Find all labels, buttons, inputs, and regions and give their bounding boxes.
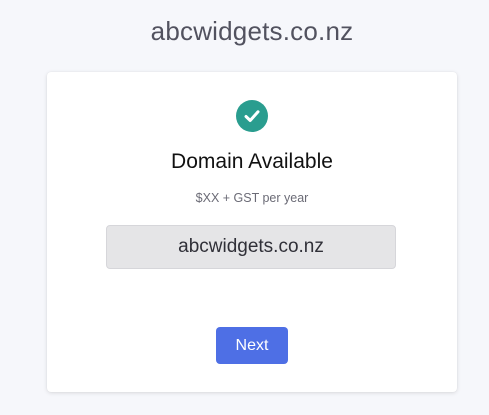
page-title: abcwidgets.co.nz — [150, 16, 354, 46]
next-button[interactable]: Next — [216, 327, 288, 364]
check-circle-icon — [236, 100, 268, 132]
availability-card: Domain Available $XX + GST per year abcw… — [47, 72, 457, 392]
price-text: $XX + GST per year — [195, 191, 309, 205]
domain-display: abcwidgets.co.nz — [106, 225, 396, 269]
availability-heading: Domain Available — [171, 150, 333, 173]
